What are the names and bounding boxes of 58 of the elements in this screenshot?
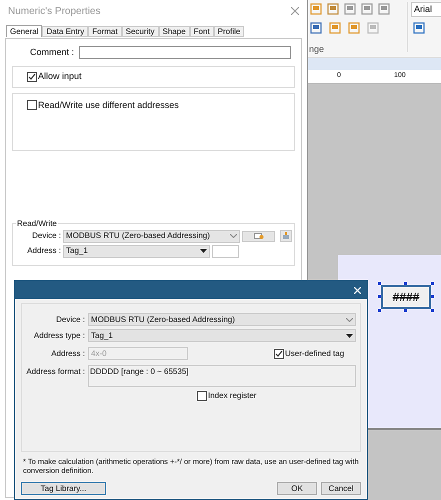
tab[interactable]: Shape <box>158 26 190 37</box>
field-label: Address : <box>50 348 85 360</box>
tab[interactable]: Format <box>88 26 122 37</box>
device-dropdown[interactable]: MODBUS RTU (Zero-based Addressing) <box>63 230 240 242</box>
tag-library-button[interactable]: Tag Library... <box>21 482 106 495</box>
selection-handle[interactable] <box>431 282 434 285</box>
tab[interactable]: Profile <box>214 26 244 37</box>
tab[interactable]: Data Entry <box>42 26 88 37</box>
checkbox-label: Allow input <box>38 70 82 83</box>
group-title: Read/Write <box>16 218 58 230</box>
ribbon-group-label: nge <box>309 43 324 56</box>
comment-field[interactable] <box>79 46 291 60</box>
tab[interactable]: Font <box>190 26 214 37</box>
selection-handle[interactable] <box>378 282 381 285</box>
device-settings-button[interactable] <box>242 230 275 242</box>
address-type-dropdown[interactable]: Tag_1 <box>88 329 356 342</box>
field-label: Device : <box>55 314 85 326</box>
address-dropdown[interactable]: Tag_1 <box>63 244 210 258</box>
checkbox[interactable] <box>27 100 37 110</box>
tag-icon <box>254 233 264 239</box>
caret-icon <box>346 334 353 338</box>
caret-icon <box>346 318 353 322</box>
dropdown-value: Tag_1 <box>91 330 113 342</box>
selection-handle[interactable] <box>404 282 407 285</box>
field-label: Address format : <box>25 366 85 378</box>
address-extra-field[interactable] <box>212 244 239 258</box>
field-label: Address : <box>26 245 61 257</box>
numeric-object[interactable]: #### <box>381 285 431 309</box>
checkbox[interactable] <box>27 72 37 82</box>
ok-button[interactable]: OK <box>277 482 317 495</box>
checkbox-label: Read/Write use different addresses <box>38 98 179 112</box>
dropdown-value: Tag_1 <box>66 245 88 257</box>
checkbox-label: Index register <box>208 390 256 402</box>
check-icon <box>275 350 283 358</box>
window-title: Numeric's Properties <box>8 4 100 18</box>
caret-icon <box>230 234 237 238</box>
selection-handle[interactable] <box>431 309 434 312</box>
checkbox[interactable] <box>274 348 284 358</box>
dropdown-value: MODBUS RTU (Zero-based Addressing) <box>91 314 235 326</box>
tab[interactable]: General <box>6 25 42 37</box>
check-icon <box>28 72 36 80</box>
address-format-field: DDDDD [range : 0 ~ 65535] <box>88 365 356 387</box>
tab[interactable]: Security <box>122 26 159 37</box>
selection-handle[interactable] <box>378 309 381 312</box>
field-label: Device : <box>31 230 61 242</box>
cancel-button[interactable]: Cancel <box>321 482 361 495</box>
field-label: Comment : <box>28 46 74 59</box>
selection-handle[interactable] <box>404 309 407 312</box>
field-label: Address type : <box>32 330 85 342</box>
font-field[interactable]: Arial <box>411 2 441 17</box>
selection-handle[interactable] <box>378 295 381 298</box>
dropdown-value: MODBUS RTU (Zero-based Addressing) <box>66 230 210 242</box>
selection-handle[interactable] <box>431 295 434 298</box>
caret-icon <box>200 249 207 253</box>
checkbox[interactable] <box>197 391 207 401</box>
device-dropdown[interactable]: MODBUS RTU (Zero-based Addressing) <box>88 313 356 326</box>
checkbox-label: User-defined tag <box>285 348 344 360</box>
device-add-button[interactable] <box>280 230 292 242</box>
